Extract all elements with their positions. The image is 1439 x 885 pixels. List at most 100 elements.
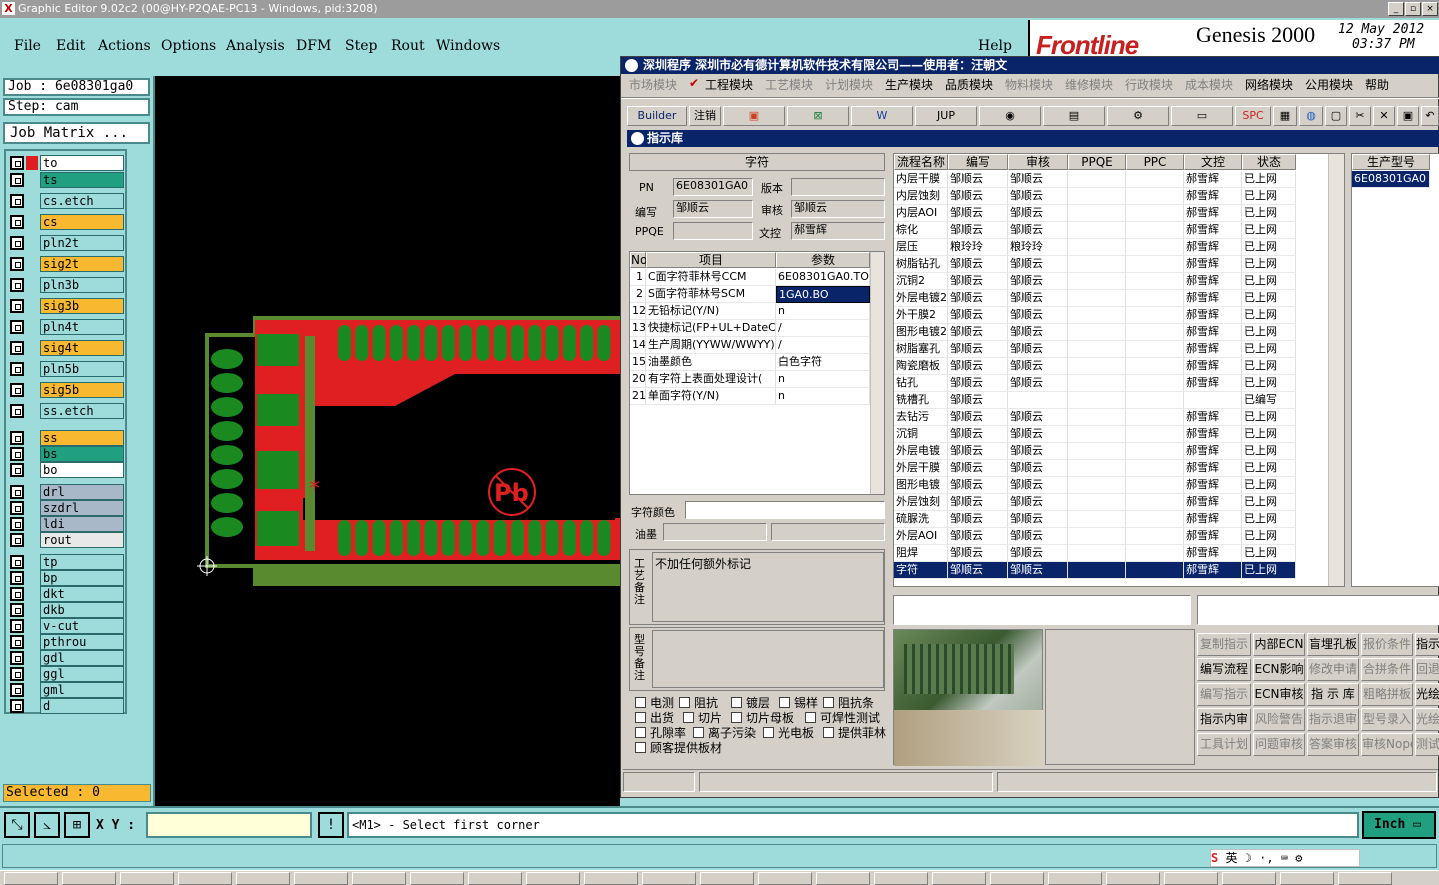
undo-icon[interactable]: ↶: [1421, 106, 1439, 126]
col-param[interactable]: 参数: [776, 252, 870, 268]
layer-checkbox[interactable]: [10, 447, 24, 461]
taskbar-button[interactable]: [4, 872, 58, 885]
dialog-menu-item[interactable]: 维修模块: [1065, 76, 1113, 93]
docctrl-field[interactable]: 郝雪辉: [791, 222, 885, 240]
menu-rout[interactable]: Rout: [391, 38, 425, 54]
layer-checkbox[interactable]: [10, 699, 24, 713]
layer-checkbox[interactable]: [10, 194, 24, 208]
restore-button[interactable]: ▫: [1405, 2, 1421, 16]
ppqe-field[interactable]: [673, 222, 753, 240]
graphic-canvas[interactable]: * Pb: [155, 76, 629, 806]
excel-icon[interactable]: ⊠: [787, 106, 849, 126]
flow-cell[interactable]: 沉铜2: [894, 273, 948, 290]
xy-input[interactable]: [146, 812, 312, 838]
checkbox-box[interactable]: [731, 697, 742, 708]
layer-row-sig3b[interactable]: sig3b: [8, 298, 126, 314]
taskbar-button[interactable]: [758, 872, 812, 885]
menu-dfm[interactable]: DFM: [296, 38, 331, 54]
layer-checkbox[interactable]: [10, 173, 24, 187]
flow-cell[interactable]: 外层AOI: [894, 528, 948, 545]
layer-checkbox[interactable]: [10, 278, 24, 292]
layer-row-to[interactable]: to: [8, 155, 126, 171]
layer-row-dkt[interactable]: dkt: [8, 586, 126, 602]
flow-cell[interactable]: 去钻污: [894, 409, 948, 426]
layer-row-pln4t[interactable]: pln4t: [8, 319, 126, 335]
col-no[interactable]: No: [630, 252, 647, 268]
new-file-icon[interactable]: ▢: [1325, 106, 1347, 126]
side-action-button[interactable]: 工具计划: [1197, 733, 1251, 756]
layer-checkbox[interactable]: [10, 635, 24, 649]
item-param[interactable]: 1GA0.BO: [776, 286, 870, 303]
layer-row-ss.etch[interactable]: ss.etch: [8, 403, 126, 419]
checkbox-box[interactable]: [731, 712, 742, 723]
layer-checkbox[interactable]: [10, 463, 24, 477]
layer-row-rout[interactable]: rout: [8, 532, 126, 548]
flow-cell[interactable]: 内层AOI: [894, 205, 948, 222]
layer-row-drl[interactable]: drl: [8, 484, 126, 500]
item-param[interactable]: /: [776, 320, 870, 337]
dialog-menu-item[interactable]: 公用模块: [1305, 76, 1353, 93]
taskbar-button[interactable]: [294, 872, 348, 885]
dialog-menu-item[interactable]: 计划模块: [825, 76, 873, 93]
ime-toolbar[interactable]: S 英 ☽ ·, ⌨ ⚙: [1210, 849, 1360, 867]
calculator-icon[interactable]: ▦: [1273, 106, 1297, 126]
computer-icon[interactable]: ▭: [1171, 106, 1233, 126]
flow-scrollbar[interactable]: [1328, 154, 1344, 586]
layer-checkbox[interactable]: [10, 156, 24, 170]
item-param[interactable]: 白色字符: [776, 354, 870, 371]
checkbox-box[interactable]: [679, 697, 690, 708]
flow-cell[interactable]: 字符: [894, 562, 948, 579]
checkbox-box[interactable]: [635, 697, 646, 708]
side-action-button[interactable]: 指示退审: [1307, 708, 1359, 731]
side-action-button[interactable]: 编写流程: [1197, 658, 1251, 681]
units-selector[interactable]: Inch ▭: [1362, 811, 1436, 839]
layer-row-ss[interactable]: ss: [8, 430, 126, 446]
jup-button[interactable]: JUP: [915, 106, 977, 126]
side-action-button[interactable]: 回退: [1415, 658, 1439, 681]
layer-checkbox[interactable]: [10, 533, 24, 547]
spc-button[interactable]: SPC: [1235, 106, 1271, 126]
flow-col-header[interactable]: 文控: [1184, 154, 1242, 170]
dialog-menu-item[interactable]: 工程模块: [705, 76, 753, 93]
close-button[interactable]: ×: [1422, 2, 1438, 16]
layer-row-v-cut[interactable]: v-cut: [8, 618, 126, 634]
taskbar-button[interactable]: [468, 872, 522, 885]
logout-button[interactable]: 注销: [689, 106, 721, 126]
layer-row-pthrou[interactable]: pthrou: [8, 634, 126, 650]
zoom-area-icon[interactable]: ⤡: [4, 812, 30, 838]
layer-checkbox[interactable]: [10, 603, 24, 617]
side-action-button[interactable]: 粗略拼板: [1361, 683, 1413, 706]
layer-checkbox[interactable]: [10, 215, 24, 229]
items-scrollbar[interactable]: [870, 252, 884, 494]
flow-col-header[interactable]: PPQE: [1068, 154, 1126, 170]
taskbar-button[interactable]: [990, 872, 1044, 885]
checkbox-box[interactable]: [823, 727, 834, 738]
ink-field-b[interactable]: [771, 523, 885, 541]
side-action-button[interactable]: 指 示 库: [1307, 683, 1359, 706]
layer-row-sig5b[interactable]: sig5b: [8, 382, 126, 398]
taskbar-button[interactable]: [62, 872, 116, 885]
taskbar-button[interactable]: [1222, 872, 1276, 885]
layer-checkbox[interactable]: [10, 383, 24, 397]
view-icon[interactable]: ◉: [979, 106, 1041, 126]
dialog-menu-item[interactable]: 工艺模块: [765, 76, 813, 93]
taskbar-button[interactable]: [642, 872, 696, 885]
side-action-button[interactable]: ECN审核: [1253, 683, 1305, 706]
flow-cell[interactable]: 树脂钻孔: [894, 256, 948, 273]
taskbar-button[interactable]: [874, 872, 928, 885]
flow-cell[interactable]: 图形电镀2: [894, 324, 948, 341]
side-action-button[interactable]: 答案审核: [1307, 733, 1359, 756]
layer-row-dkb[interactable]: dkb: [8, 602, 126, 618]
measure-icon[interactable]: ⦣: [34, 812, 60, 838]
taskbar-button[interactable]: [584, 872, 638, 885]
taskbar-button[interactable]: [1338, 872, 1392, 885]
taskbar-button[interactable]: [700, 872, 754, 885]
globe-icon[interactable]: ◍: [1299, 106, 1323, 126]
cut-icon[interactable]: ✂: [1349, 106, 1371, 126]
flow-cell[interactable]: 阻焊: [894, 545, 948, 562]
flow-combo[interactable]: [893, 595, 1191, 625]
flow-cell[interactable]: 外层电镀: [894, 443, 948, 460]
dialog-menu-item[interactable]: 品质模块: [945, 76, 993, 93]
col-model[interactable]: 生产型号: [1352, 154, 1430, 170]
taskbar-button[interactable]: [932, 872, 986, 885]
